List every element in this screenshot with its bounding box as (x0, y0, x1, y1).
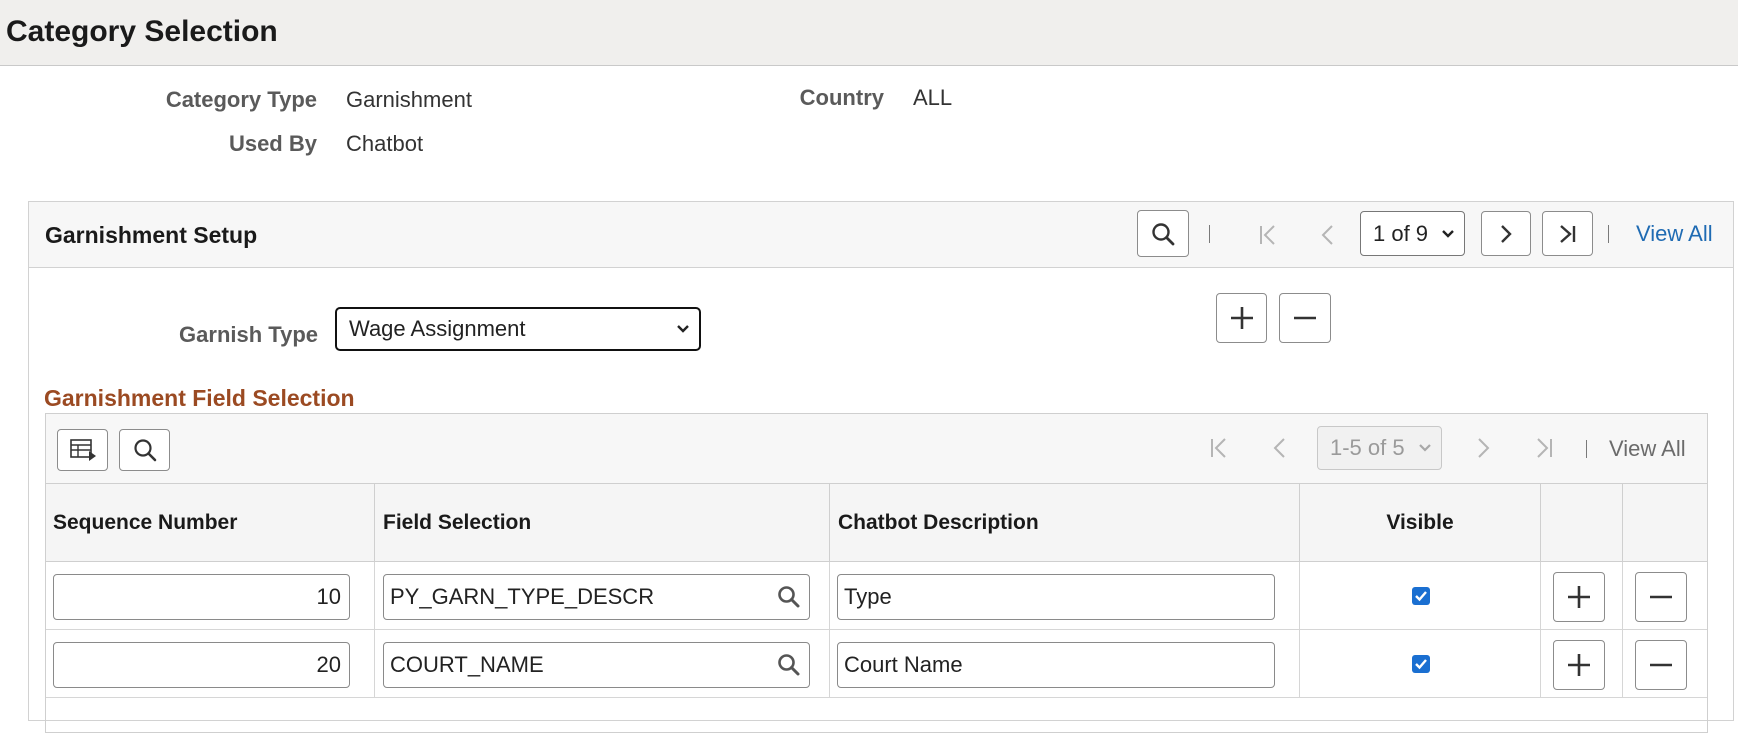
toolbar-separator (1608, 225, 1609, 243)
personalize-grid-button[interactable] (57, 429, 108, 471)
category-type-value: Garnishment (346, 87, 472, 112)
plus-icon (1568, 654, 1590, 676)
grid-search-button[interactable] (119, 429, 170, 471)
country-label: Country (799, 85, 884, 110)
chevron-down-icon (1442, 229, 1454, 238)
next-button[interactable] (1481, 211, 1531, 256)
grid-page-select-value: 1-5 of 5 (1330, 435, 1405, 460)
checkmark-icon (1415, 659, 1427, 670)
chevron-down-icon (677, 325, 689, 333)
visible-checkbox[interactable] (1412, 655, 1430, 673)
garnish-type-select[interactable]: Wage Assignment (335, 307, 701, 351)
delete-garnish-type-button[interactable] (1279, 293, 1331, 343)
table-row: 10 PY_GARN_TYPE_DESCR Type (46, 562, 1707, 630)
plus-icon (1568, 586, 1590, 608)
next-icon (1501, 224, 1512, 243)
category-type-label: Category Type (165, 87, 317, 112)
column-header-field: Field Selection (375, 484, 830, 562)
search-icon[interactable] (776, 584, 802, 610)
grid-header-row: Sequence Number Field Selection Chatbot … (46, 484, 1707, 562)
setup-page-select-value: 1 of 9 (1373, 220, 1429, 246)
chatbot-description-input[interactable]: Type (837, 574, 1275, 620)
add-row-button[interactable] (1553, 572, 1605, 622)
setup-search-button[interactable] (1137, 210, 1189, 257)
first-page-icon[interactable] (1257, 223, 1279, 247)
last-page-icon (1559, 224, 1575, 243)
add-cell (1541, 562, 1623, 629)
personalize-grid-icon (69, 439, 96, 461)
toolbar-separator (1586, 440, 1587, 458)
used-by-value: Chatbot (346, 131, 424, 156)
previous-icon[interactable] (1319, 223, 1337, 247)
field-selection-value: COURT_NAME (390, 652, 544, 677)
column-header-visible: Visible (1300, 484, 1541, 562)
field-selection-input[interactable]: PY_GARN_TYPE_DESCR (383, 574, 810, 620)
checkmark-icon (1415, 591, 1427, 602)
column-header-delete (1623, 484, 1709, 562)
delete-row-button[interactable] (1635, 572, 1687, 622)
sequence-cell: 10 (46, 562, 375, 629)
garnishment-setup-title: Garnishment Setup (45, 222, 258, 248)
column-header-add (1541, 484, 1623, 562)
country-value: ALL (913, 85, 953, 110)
garnish-type-label: Garnish Type (179, 322, 318, 347)
table-row: 20 COURT_NAME Court Name (46, 630, 1707, 698)
chatbot-description-input[interactable]: Court Name (837, 642, 1275, 688)
minus-icon (1650, 663, 1672, 667)
field-cell: COURT_NAME (375, 630, 830, 697)
grid-toolbar: 1-5 of 5 View All (46, 414, 1707, 484)
search-icon (133, 439, 156, 462)
chevron-down-icon (1419, 444, 1431, 452)
column-header-description: Chatbot Description (830, 484, 1300, 562)
garnishment-setup-header: Garnishment Setup 1 of 9 View All (29, 202, 1733, 268)
column-header-sequence: Sequence Number (46, 484, 375, 562)
add-garnish-type-button[interactable] (1216, 293, 1267, 343)
visible-checkbox[interactable] (1412, 587, 1430, 605)
page-title: Category Selection (6, 15, 278, 48)
minus-icon (1650, 595, 1672, 599)
delete-cell (1623, 630, 1709, 697)
used-by-label: Used By (228, 131, 317, 156)
sequence-input[interactable]: 20 (53, 642, 350, 688)
add-cell (1541, 630, 1623, 697)
delete-cell (1623, 562, 1709, 629)
page-header: Category Selection (0, 0, 1738, 66)
previous-icon[interactable] (1271, 436, 1289, 460)
field-selection-grid: 1-5 of 5 View All Sequence Number Field … (45, 413, 1708, 733)
sequence-input[interactable]: 10 (53, 574, 350, 620)
first-page-icon[interactable] (1208, 436, 1230, 460)
description-cell: Type (830, 562, 1300, 629)
description-cell: Court Name (830, 630, 1300, 697)
minus-icon (1294, 316, 1316, 320)
grid-view-all-link[interactable]: View All (1609, 436, 1686, 462)
grid-page-select[interactable]: 1-5 of 5 (1317, 426, 1442, 470)
field-selection-title: Garnishment Field Selection (44, 385, 355, 411)
visible-cell (1300, 562, 1541, 629)
add-row-button[interactable] (1553, 640, 1605, 690)
field-selection-value: PY_GARN_TYPE_DESCR (390, 584, 655, 609)
search-icon[interactable] (776, 652, 802, 678)
delete-row-button[interactable] (1635, 640, 1687, 690)
field-selection-input[interactable]: COURT_NAME (383, 642, 810, 688)
setup-page-select[interactable]: 1 of 9 (1360, 211, 1465, 256)
setup-view-all-link[interactable]: View All (1636, 221, 1713, 247)
plus-icon (1230, 307, 1253, 329)
toolbar-separator (1209, 225, 1210, 243)
search-icon (1152, 222, 1175, 245)
garnish-type-select-value: Wage Assignment (349, 316, 526, 341)
last-page-icon[interactable] (1533, 436, 1555, 460)
sequence-cell: 20 (46, 630, 375, 697)
next-icon[interactable] (1474, 436, 1492, 460)
visible-cell (1300, 630, 1541, 697)
last-page-button[interactable] (1542, 211, 1593, 256)
field-cell: PY_GARN_TYPE_DESCR (375, 562, 830, 629)
